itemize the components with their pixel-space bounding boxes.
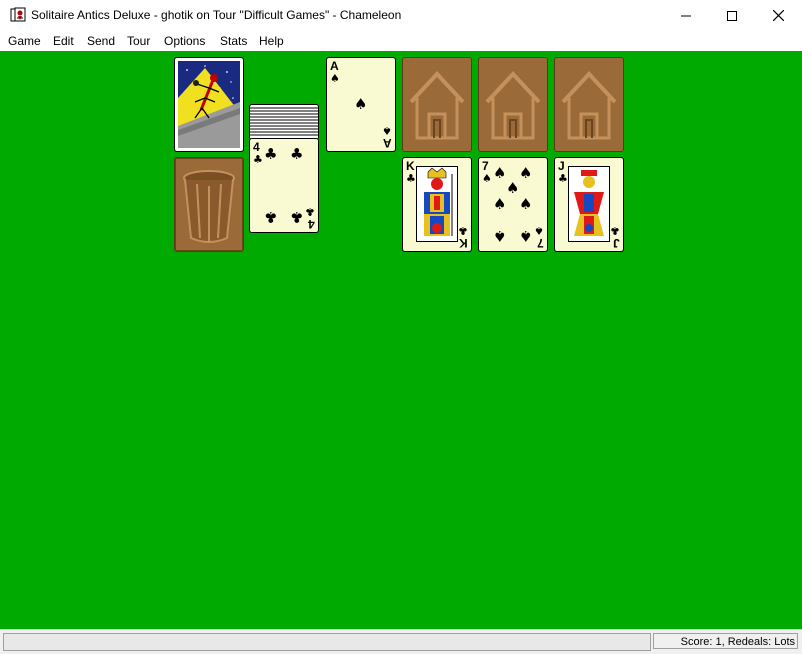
app-icon[interactable] (10, 7, 26, 23)
house-icon (555, 58, 623, 151)
card-rank: K (406, 159, 415, 173)
card-rank: K (459, 236, 468, 250)
menu-edit[interactable]: Edit (53, 34, 74, 48)
card-rank: 4 (308, 217, 315, 231)
menu-bar: Game Edit Send Tour Options Stats Help (0, 31, 802, 51)
tableau-card-seven-spades[interactable]: 7 ♠ ♠ ♠ ♠ ♠ ♠ ♠ ♠ ♠ 7 (478, 157, 548, 252)
card-rank: J (558, 159, 565, 173)
spade-icon: ♠ (382, 124, 392, 137)
card-rank: A (330, 59, 339, 73)
score-readout: Score: 1, Redeals: Lots (653, 633, 798, 649)
club-icon: ♣ (290, 145, 304, 163)
maximize-icon (727, 10, 737, 21)
club-icon: ♣ (264, 208, 278, 226)
menu-send[interactable]: Send (87, 34, 115, 48)
title-bar[interactable]: Solitaire Antics Deluxe - ghotik on Tour… (0, 0, 802, 31)
spade-icon: ♠ (493, 164, 507, 182)
close-icon (772, 10, 784, 21)
foundation-slot[interactable] (402, 57, 472, 152)
ant-climbing-icon (178, 61, 240, 148)
king-face-icon (416, 166, 458, 242)
card-rank: J (613, 236, 620, 250)
spade-icon: ♠ (519, 195, 533, 213)
status-message-panel (3, 633, 651, 651)
club-icon: ♣ (458, 224, 468, 237)
spade-icon: ♠ (519, 164, 533, 182)
spade-icon: ♠ (534, 224, 544, 237)
game-table[interactable]: 4 ♣ ♣ ♣ ♣ ♣ ♣ 4 A ♠ ♠ ♠ A K ♣ ♣ K 7 ♠ ♠ … (0, 51, 802, 629)
discard-pile[interactable] (174, 157, 244, 252)
stock-pile[interactable] (174, 57, 244, 152)
spade-icon: ♠ (493, 195, 507, 213)
menu-stats[interactable]: Stats (220, 34, 247, 48)
maximize-button[interactable] (709, 0, 755, 31)
reserve-card[interactable]: A ♠ ♠ ♠ A (326, 57, 396, 152)
waste-top-card[interactable]: 4 ♣ ♣ ♣ ♣ ♣ ♣ 4 (249, 138, 319, 233)
card-rank: 7 (537, 236, 544, 250)
card-rank: A (383, 136, 392, 150)
club-icon: ♣ (406, 172, 416, 185)
spade-icon: ♠ (506, 179, 520, 197)
status-bar: Score: 1, Redeals: Lots (0, 629, 802, 654)
house-icon (479, 58, 547, 151)
club-icon: ♣ (253, 153, 263, 166)
club-icon: ♣ (264, 145, 278, 163)
minimize-button[interactable] (663, 0, 709, 31)
club-icon: ♣ (610, 224, 620, 237)
close-button[interactable] (755, 0, 801, 31)
waste-stack-edges (249, 104, 319, 140)
menu-game[interactable]: Game (8, 34, 41, 48)
club-icon: ♣ (558, 172, 568, 185)
menu-options[interactable]: Options (164, 34, 205, 48)
foundation-slot[interactable] (554, 57, 624, 152)
spade-icon: ♠ (330, 72, 340, 85)
jack-face-icon (568, 166, 610, 242)
menu-tour[interactable]: Tour (127, 34, 150, 48)
club-icon: ♣ (290, 208, 304, 226)
spade-icon: ♠ (493, 227, 507, 245)
menu-help[interactable]: Help (259, 34, 284, 48)
card-rank: 7 (482, 159, 489, 173)
spade-icon: ♠ (519, 227, 533, 245)
trash-can-icon (175, 158, 243, 251)
spade-icon: ♠ (354, 95, 368, 113)
club-icon: ♣ (305, 205, 315, 218)
minimize-icon (681, 15, 691, 16)
card-rank: 4 (253, 140, 260, 154)
window-title: Solitaire Antics Deluxe - ghotik on Tour… (31, 8, 402, 22)
foundation-slot[interactable] (478, 57, 548, 152)
tableau-card-king-clubs[interactable]: K ♣ ♣ K (402, 157, 472, 252)
house-icon (403, 58, 471, 151)
tableau-card-jack-clubs[interactable]: J ♣ ♣ J (554, 157, 624, 252)
spade-icon: ♠ (482, 172, 492, 185)
